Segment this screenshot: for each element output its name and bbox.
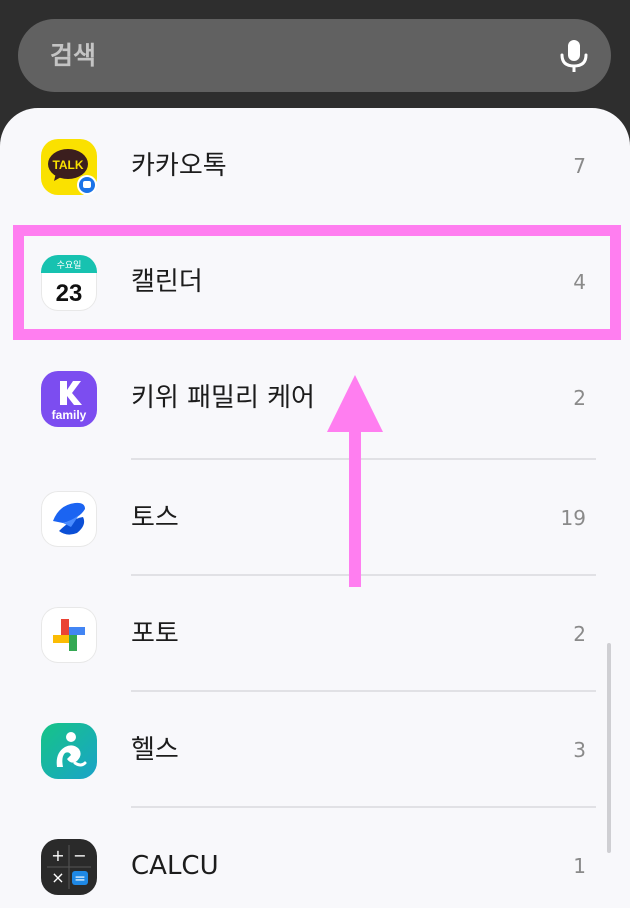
calculator-times: × xyxy=(51,868,64,887)
kakaotalk-icon-label: TALK xyxy=(52,158,83,172)
app-count: 4 xyxy=(573,270,586,294)
app-row-toss[interactable]: 토스 19 xyxy=(0,460,630,576)
toss-icon xyxy=(41,491,97,547)
app-name: 포토 xyxy=(131,619,179,649)
kiwi-family-icon-label: family xyxy=(52,408,87,422)
app-name: CALCU xyxy=(131,851,219,881)
app-name: 헬스 xyxy=(131,735,179,765)
app-name: 카카오톡 xyxy=(131,151,227,181)
search-bar[interactable]: 검색 xyxy=(18,19,611,92)
app-count: 1 xyxy=(573,854,586,878)
app-list-panel: TALK 카카오톡 7 수요일 23 캘린더 4 family 키위 패밀리 케… xyxy=(0,108,630,908)
calendar-icon: 수요일 23 xyxy=(41,255,97,311)
kiwi-family-icon: family xyxy=(41,371,97,427)
app-row-calendar[interactable]: 수요일 23 캘린더 4 xyxy=(0,224,630,340)
app-row-calcu[interactable]: + − × = CALCU 1 xyxy=(0,808,630,908)
app-name: 캘린더 xyxy=(131,267,203,297)
app-count: 2 xyxy=(573,386,586,410)
app-name: 키위 패밀리 케어 xyxy=(131,383,315,413)
calendar-icon-weekday: 수요일 xyxy=(57,260,82,271)
app-row-kakaotalk[interactable]: TALK 카카오톡 7 xyxy=(0,108,630,224)
health-icon xyxy=(41,723,97,779)
app-count: 3 xyxy=(573,738,586,762)
microphone-icon[interactable] xyxy=(559,39,589,73)
search-input[interactable]: 검색 xyxy=(50,41,96,71)
app-name: 토스 xyxy=(131,503,179,533)
app-count: 19 xyxy=(560,506,586,530)
app-row-kiwi-family-care[interactable]: family 키위 패밀리 케어 2 xyxy=(0,340,630,456)
app-row-photos[interactable]: 포토 2 xyxy=(0,576,630,692)
calendar-icon-date: 23 xyxy=(56,280,83,307)
calculator-equals: = xyxy=(74,871,86,887)
app-count: 2 xyxy=(573,622,586,646)
scrollbar[interactable] xyxy=(607,643,611,853)
kakaotalk-icon: TALK xyxy=(41,139,97,195)
app-row-health[interactable]: 헬스 3 xyxy=(0,692,630,808)
calculator-plus: + xyxy=(51,846,64,865)
calculator-icon: + − × = xyxy=(41,839,97,895)
calculator-minus: − xyxy=(73,846,86,865)
google-photos-icon xyxy=(41,607,97,663)
arrow-up-icon xyxy=(327,375,383,587)
app-count: 7 xyxy=(573,154,586,178)
